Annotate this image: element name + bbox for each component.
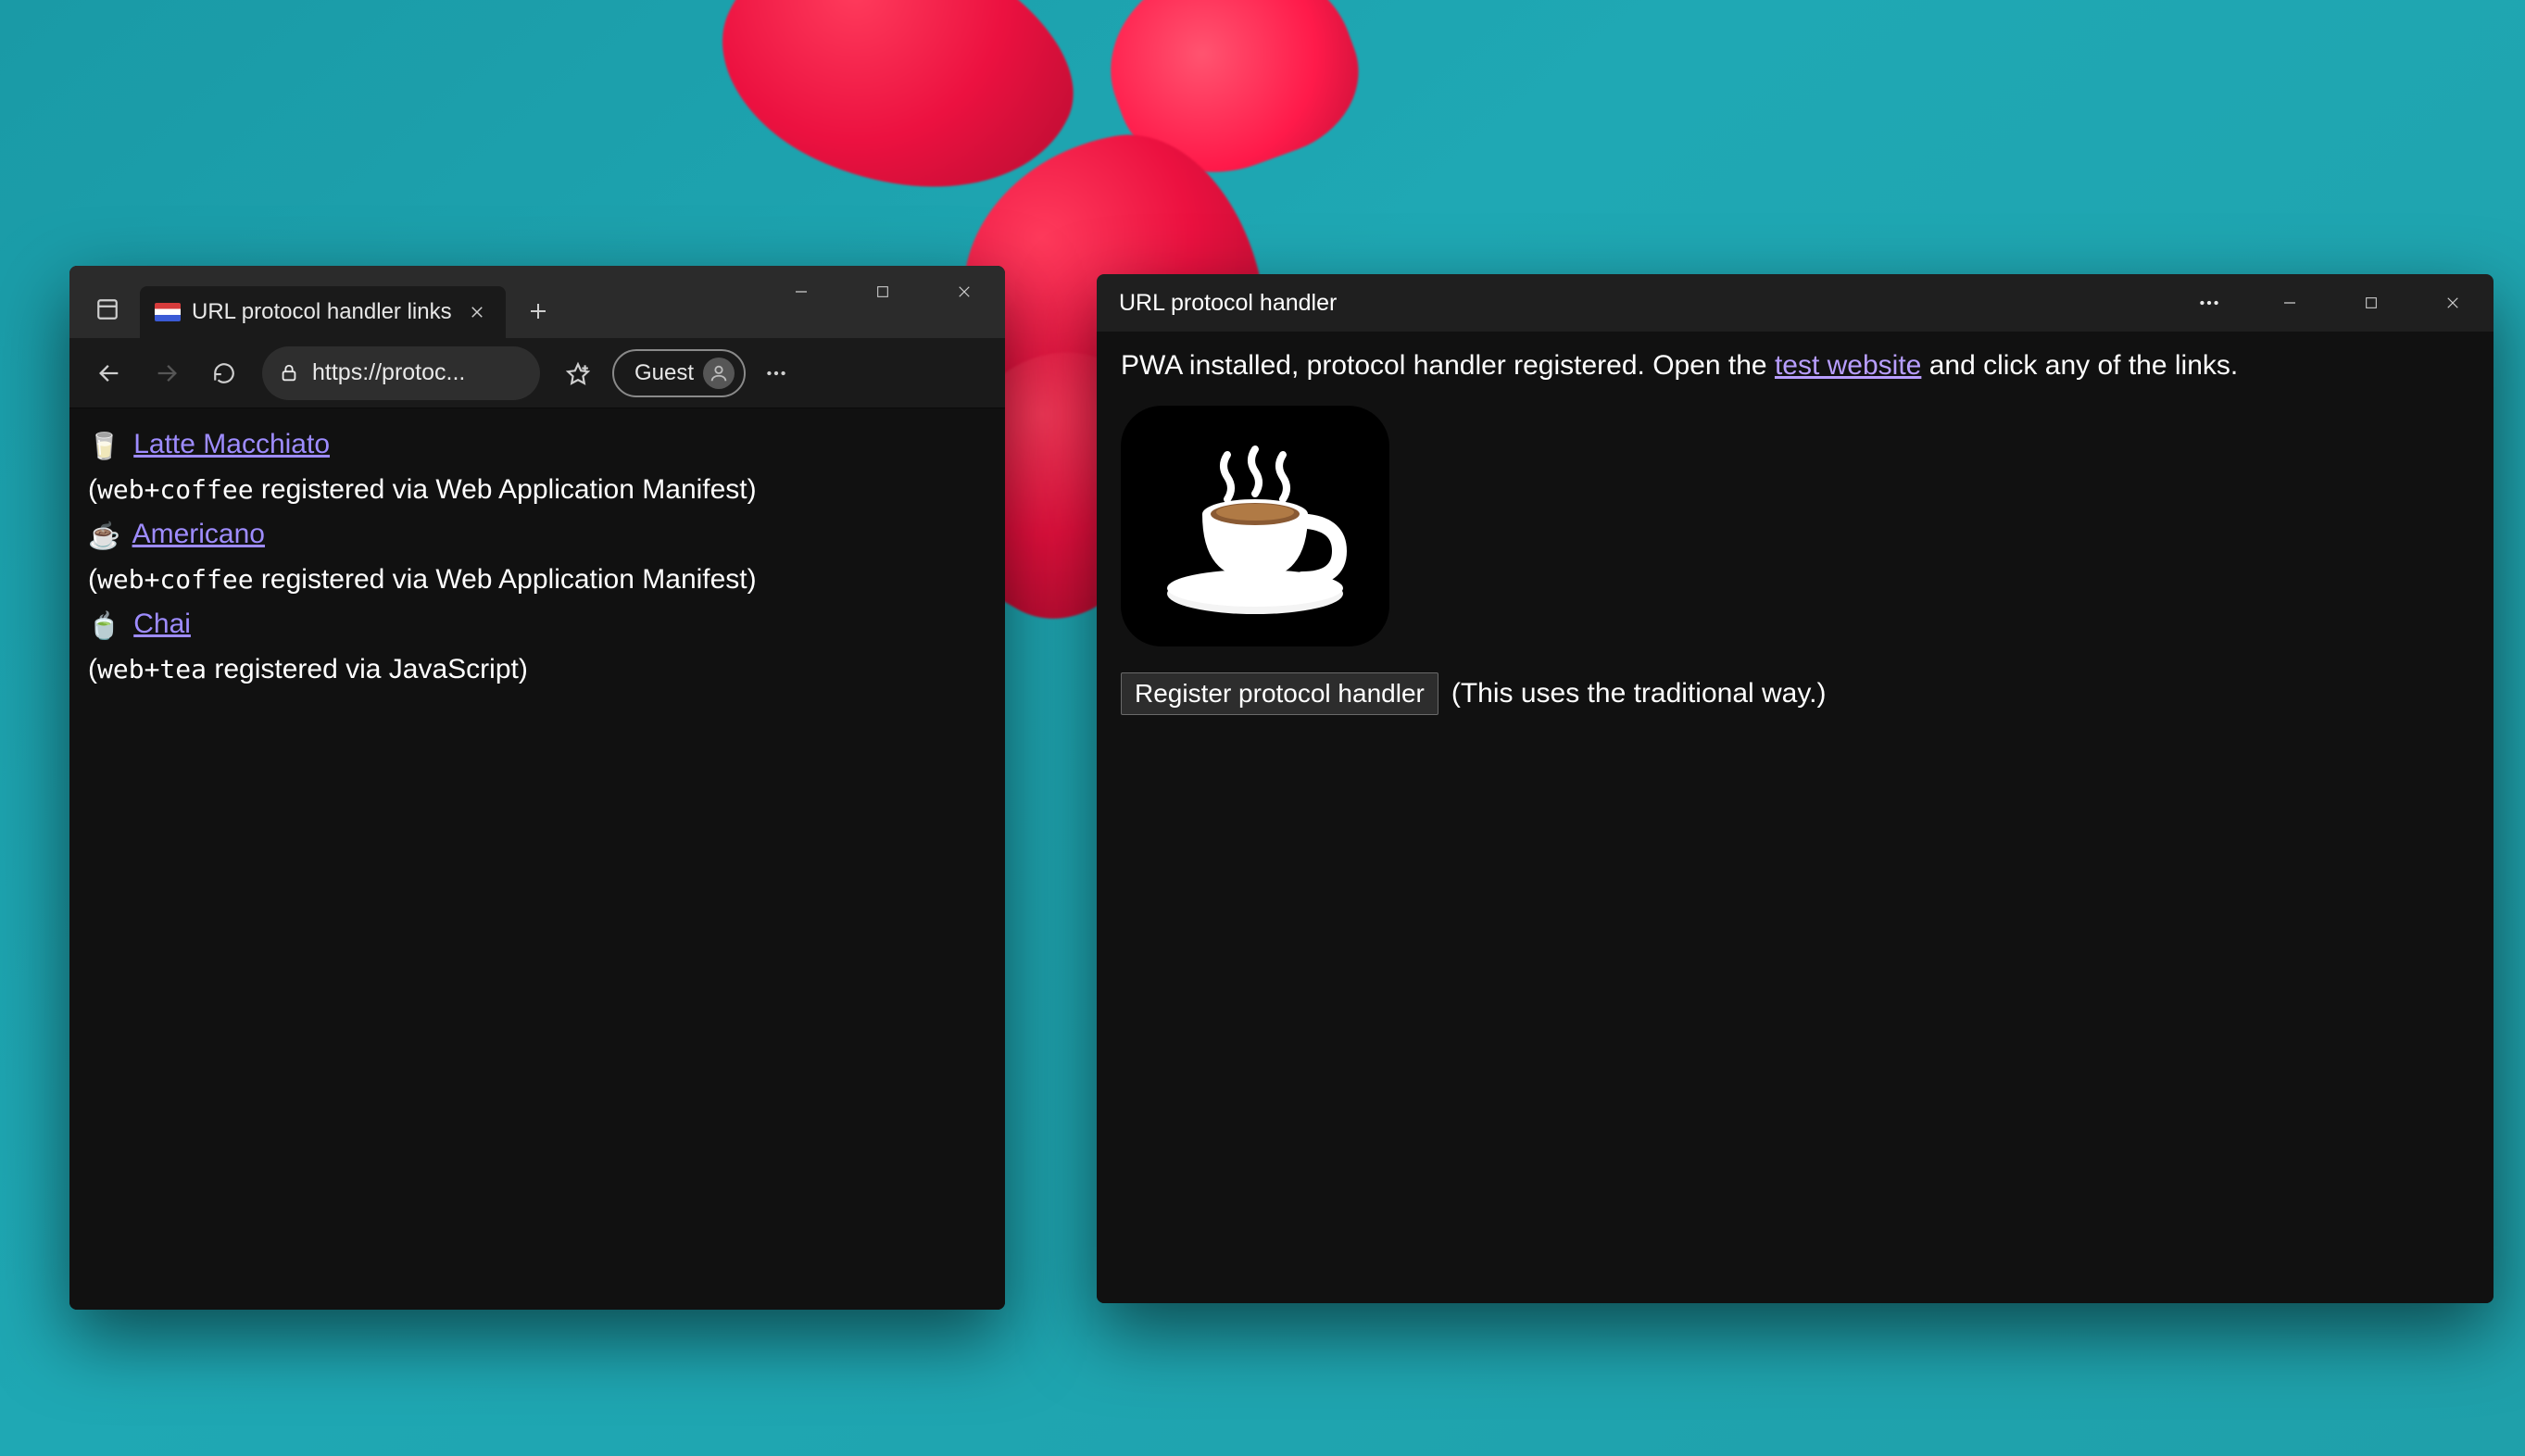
window-maximize-button[interactable] <box>2330 274 2412 332</box>
list-item-detail: (web+coffee registered via Web Applicati… <box>88 559 986 602</box>
register-protocol-button[interactable]: Register protocol handler <box>1121 672 1438 715</box>
favorites-button[interactable] <box>551 346 605 400</box>
page-content: 🥛 Latte Macchiato (web+coffee registered… <box>69 408 1005 1310</box>
test-website-link[interactable]: test website <box>1775 350 1921 381</box>
browser-window: URL protocol handler links <box>69 266 1005 1310</box>
pwa-window: URL protocol handler PWA installed, prot… <box>1097 274 2494 1303</box>
status-text: PWA installed, protocol handler register… <box>1121 350 2469 382</box>
list-item: 🥛 Latte Macchiato <box>88 423 986 467</box>
forward-button[interactable] <box>140 346 194 400</box>
address-bar[interactable]: https://protoc... <box>262 346 540 400</box>
via-text: registered via Web Application Manifest) <box>261 474 757 505</box>
tab-title: URL protocol handler links <box>192 299 452 325</box>
window-maximize-button[interactable] <box>842 266 923 318</box>
drink-link[interactable]: Latte Macchiato <box>133 429 330 459</box>
drink-emoji-icon: 🍵 <box>88 606 120 646</box>
window-close-button[interactable] <box>923 266 1005 318</box>
via-text: registered via JavaScript) <box>214 654 527 684</box>
protocol-name: web+coffee <box>97 474 254 505</box>
list-item-detail: (web+tea registered via JavaScript) <box>88 648 986 692</box>
window-controls <box>2169 274 2494 332</box>
window-close-button[interactable] <box>2412 274 2494 332</box>
tab-close-button[interactable] <box>463 298 491 326</box>
pwa-content: PWA installed, protocol handler register… <box>1097 332 2494 1303</box>
profile-button[interactable]: Guest <box>612 349 746 397</box>
register-note: (This uses the traditional way.) <box>1451 678 1827 709</box>
browser-toolbar: https://protoc... Guest <box>69 338 1005 408</box>
list-item-detail: (web+coffee registered via Web Applicati… <box>88 469 986 512</box>
drink-link[interactable]: Americano <box>132 519 265 549</box>
list-item: 🍵 Chai <box>88 603 986 646</box>
list-item: ☕️ Americano <box>88 513 986 557</box>
window-controls <box>760 266 1005 318</box>
via-text: registered via Web Application Manifest) <box>261 564 757 595</box>
drink-link[interactable]: Chai <box>133 609 191 639</box>
protocol-name: web+coffee <box>97 564 254 595</box>
pwa-title: URL protocol handler <box>1119 290 1337 317</box>
site-info-icon[interactable] <box>279 363 299 383</box>
drink-emoji-icon: ☕️ <box>88 516 120 556</box>
vertical-tabs-button[interactable] <box>82 284 132 334</box>
protocol-name: web+tea <box>97 654 207 684</box>
refresh-button[interactable] <box>197 346 251 400</box>
pwa-titlebar: URL protocol handler <box>1097 274 2494 332</box>
url-text: https://protoc... <box>312 359 465 386</box>
window-minimize-button[interactable] <box>760 266 842 318</box>
new-tab-button[interactable] <box>513 286 563 336</box>
coffee-cup-icon <box>1121 406 1389 646</box>
drink-emoji-icon: 🥛 <box>88 426 120 466</box>
back-button[interactable] <box>82 346 136 400</box>
window-minimize-button[interactable] <box>2249 274 2330 332</box>
more-menu-button[interactable] <box>749 346 803 400</box>
tab-strip: URL protocol handler links <box>69 266 1005 338</box>
app-menu-button[interactable] <box>2169 291 2249 315</box>
avatar-icon <box>703 358 735 389</box>
profile-label: Guest <box>634 360 694 386</box>
browser-tab[interactable]: URL protocol handler links <box>140 286 506 338</box>
tab-favicon <box>155 303 181 321</box>
